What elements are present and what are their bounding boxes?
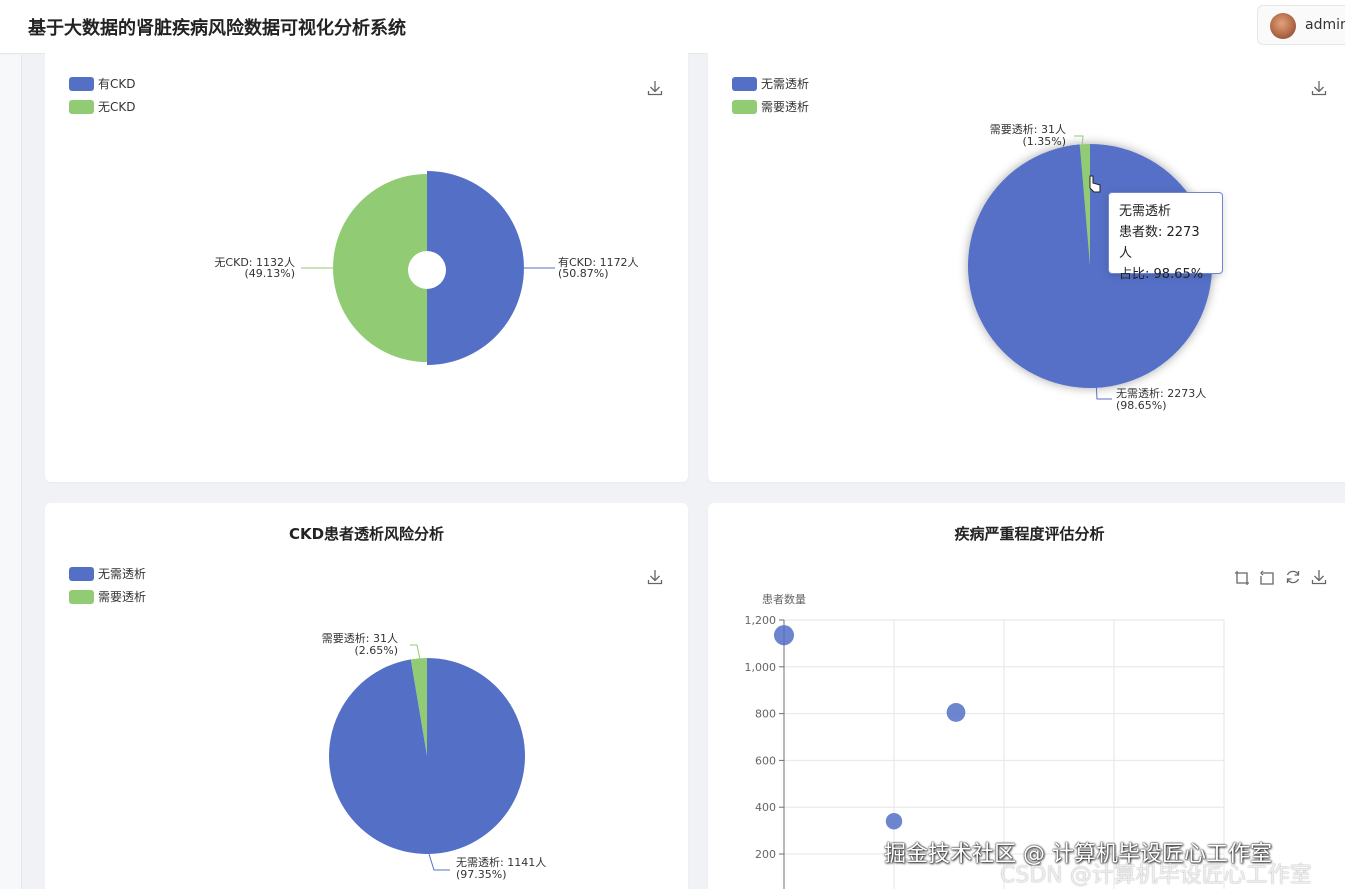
slice-has-ckd[interactable]	[427, 171, 524, 365]
pct-no-dialysis: (98.65%)	[1116, 399, 1167, 412]
scatter-point[interactable]	[946, 703, 966, 722]
label-no-dialysis: 无需透析: 1141人	[456, 855, 546, 869]
label-need-dialysis: 需要透析: 31人	[990, 122, 1066, 136]
app-title: 基于大数据的肾脏疾病风险数据可视化分析系统	[28, 18, 406, 39]
dialysis-pie-svg: 需要透析: 31人 (1.35%) 无需透析: 2273人 (98.65%)	[968, 122, 1212, 412]
severity-chart-card: 疾病严重程度评估分析 患者数量 200 400 600 800 1,000 1,200	[708, 503, 1345, 889]
y-tick-label: 800	[755, 708, 776, 721]
watermark-csdn: CSDN @计算机毕设匠心工作室	[1000, 863, 1312, 888]
ckd-chart-card: 有CKD 无CKD 有CKD: 1172人 (50.87%) 无CKD: 113…	[45, 48, 688, 482]
pct-has-ckd: (50.87%)	[558, 267, 609, 280]
avatar	[1270, 13, 1296, 39]
scatter-point[interactable]	[885, 813, 903, 830]
ckd-dialysis-risk-card: CKD患者透析风险分析 无需透析 需要透析 需要透析: 31人 (2.65%) …	[45, 503, 688, 889]
dialysis-chart-card: 无需透析 需要透析 需要透析: 31人 (1.35%) 无需透析: 2273人 …	[708, 48, 1345, 482]
label-line-need-dialysis	[410, 644, 421, 660]
y-tick-label: 200	[755, 848, 776, 861]
pct-no-ckd: (49.13%)	[244, 267, 295, 280]
slice-no-ckd[interactable]	[333, 174, 427, 362]
ckd-pie-svg: 有CKD: 1172人 (50.87%) 无CKD: 1132人 (49.13%…	[214, 171, 639, 365]
label-line-no-dialysis	[428, 853, 450, 871]
username: admin	[1305, 17, 1345, 33]
label-no-dialysis: 无需透析: 2273人	[1116, 386, 1206, 400]
y-axis-label: 患者数量	[762, 593, 806, 606]
y-tick-label: 600	[755, 754, 776, 767]
pct-need-dialysis: (2.65%)	[354, 644, 398, 657]
label-need-dialysis: 需要透析: 31人	[322, 631, 398, 645]
scatter-point[interactable]	[773, 625, 795, 646]
user-menu[interactable]: admin	[1257, 5, 1345, 45]
risk-pie-svg: 需要透析: 31人 (2.65%) 无需透析: 1141人 (97.35%)	[322, 631, 546, 881]
pct-no-dialysis: (97.35%)	[456, 868, 507, 881]
top-header: 基于大数据的肾脏疾病风险数据可视化分析系统 admin	[0, 0, 1345, 54]
y-tick-label: 1,200	[745, 614, 777, 627]
y-tick-label: 400	[755, 801, 776, 814]
slice-no-dialysis[interactable]	[328, 658, 525, 854]
y-tick-label: 1,000	[745, 661, 777, 674]
pct-need-dialysis: (1.35%)	[1022, 135, 1066, 148]
chart-tooltip: 无需透析 患者数: 2273人 占比: 98.65%	[1108, 192, 1223, 282]
severity-scatter-svg: 患者数量 200 400 600 800 1,000 1,200	[745, 593, 1225, 889]
sidebar-edge	[0, 55, 22, 889]
